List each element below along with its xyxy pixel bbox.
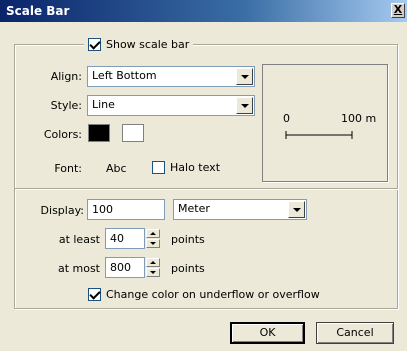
change-color-label: Change color on underflow or overflow [106, 288, 320, 301]
close-icon: X [393, 3, 403, 16]
spin-up-icon[interactable] [146, 258, 160, 267]
halo-text-checkbox[interactable] [152, 161, 165, 174]
at-least-input[interactable]: 40 [105, 228, 145, 249]
align-label: Align: [50, 70, 82, 83]
spin-up-icon[interactable] [146, 229, 160, 238]
style-value: Line [92, 98, 115, 111]
spin-down-icon[interactable] [146, 268, 160, 277]
colors-label: Colors: [43, 128, 82, 141]
font-label: Font: [54, 162, 82, 175]
spin-down-icon[interactable] [146, 239, 160, 248]
at-least-spinner[interactable] [146, 229, 160, 248]
chevron-down-icon[interactable] [236, 68, 253, 85]
chevron-down-icon[interactable] [236, 97, 253, 114]
title-bar[interactable]: Scale Bar X [0, 0, 407, 22]
align-select[interactable]: Left Bottom [87, 66, 255, 87]
display-value-input[interactable]: 100 [87, 199, 165, 220]
scale-bar-line [285, 131, 353, 139]
at-most-input[interactable]: 800 [105, 257, 145, 278]
at-most-unit: points [171, 262, 205, 275]
align-value: Left Bottom [92, 69, 157, 82]
secondary-color-swatch[interactable] [122, 124, 144, 142]
ok-button[interactable]: OK [230, 322, 305, 344]
chevron-down-icon[interactable] [288, 201, 305, 218]
halo-text-option[interactable]: Halo text [152, 161, 220, 174]
halo-text-label: Halo text [170, 161, 221, 174]
change-color-option[interactable]: Change color on underflow or overflow [88, 288, 320, 301]
font-sample-button[interactable]: Abc [106, 162, 127, 175]
preview-left-label: 0 [283, 112, 290, 125]
window-title: Scale Bar [6, 4, 70, 18]
display-value: 100 [92, 203, 113, 216]
at-most-value: 800 [110, 261, 131, 274]
at-least-label: at least [58, 233, 100, 246]
show-scale-bar-checkbox[interactable] [88, 37, 101, 51]
scale-bar-dialog: Scale Bar X Show scale bar Align: Left B… [0, 0, 407, 351]
display-label: Display: [40, 204, 84, 217]
at-least-value: 40 [110, 232, 124, 245]
group-separator [15, 188, 397, 189]
display-unit-value: Meter [178, 202, 210, 215]
scale-bar-preview: 0 100 m [262, 64, 388, 182]
show-scale-bar-label: Show scale bar [106, 37, 190, 51]
show-scale-bar-option[interactable]: Show scale bar [84, 37, 194, 51]
change-color-checkbox[interactable] [88, 288, 101, 301]
at-most-spinner[interactable] [146, 258, 160, 277]
style-select[interactable]: Line [87, 95, 255, 116]
preview-right-label: 100 m [341, 112, 377, 125]
cancel-button[interactable]: Cancel [316, 322, 394, 344]
close-button[interactable]: X [391, 3, 405, 18]
at-most-label: at most [57, 262, 100, 275]
display-unit-select[interactable]: Meter [173, 199, 307, 220]
at-least-unit: points [171, 233, 205, 246]
primary-color-swatch[interactable] [88, 124, 110, 142]
style-label: Style: [50, 99, 82, 112]
